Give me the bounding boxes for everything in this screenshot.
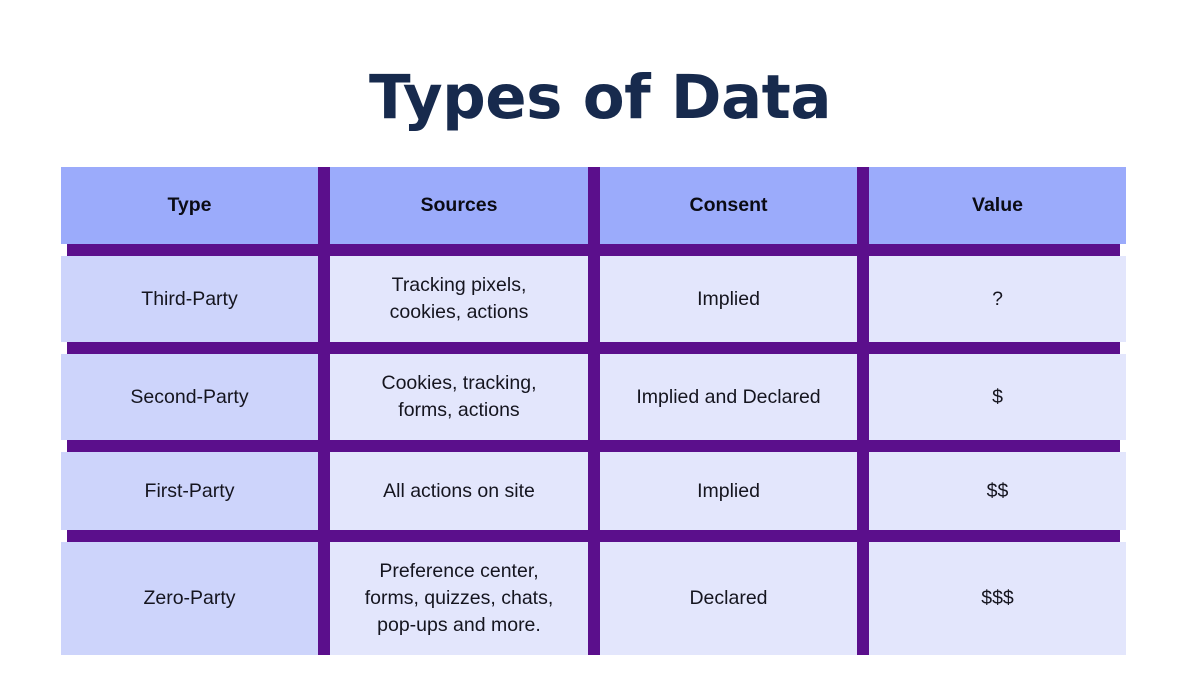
cell-text: Tracking pixels, cookies, actions <box>389 274 529 323</box>
cell-type: Third-Party <box>61 256 318 342</box>
cell-text: Zero-Party <box>143 587 236 609</box>
column-divider <box>318 167 330 655</box>
cell-text: Implied and Declared <box>636 385 821 408</box>
cell-value: $$$ <box>869 542 1126 655</box>
cell-sources: Cookies, tracking, forms, actions <box>330 354 588 440</box>
header-type: Type <box>61 167 318 244</box>
cell-sources: All actions on site <box>330 452 588 530</box>
column-divider <box>857 167 869 655</box>
row-divider <box>67 342 1120 354</box>
row-divider <box>67 440 1120 452</box>
cell-text: Declared <box>689 587 768 609</box>
cell-text: Second-Party <box>130 385 249 408</box>
cell-consent: Implied <box>600 256 857 342</box>
header-label: Type <box>167 194 212 216</box>
cell-sources: Tracking pixels, cookies, actions <box>330 256 588 342</box>
header-label: Sources <box>420 194 498 216</box>
cell-type: Zero-Party <box>61 542 318 655</box>
cell-text: $ <box>992 385 1003 408</box>
page-title: Types of Data <box>368 62 832 133</box>
cell-consent: Implied and Declared <box>600 354 857 440</box>
header-label: Consent <box>689 194 768 216</box>
column-divider <box>588 167 600 655</box>
header-consent: Consent <box>600 167 857 244</box>
cell-type: Second-Party <box>61 354 318 440</box>
cell-value: ? <box>869 256 1126 342</box>
cell-sources: Preference center, forms, quizzes, chats… <box>330 542 588 655</box>
cell-text: $$$ <box>981 587 1014 609</box>
cell-text: Implied <box>697 479 760 502</box>
data-types-table: Type Sources Consent Value Third-Party Tracki… <box>61 167 1126 655</box>
cell-value: $$ <box>869 452 1126 530</box>
header-label: Value <box>972 194 1023 216</box>
cell-text: Preference center, forms, quizzes, chats… <box>364 560 554 636</box>
header-sources: Sources <box>330 167 588 244</box>
row-divider <box>67 244 1120 256</box>
header-value: Value <box>869 167 1126 244</box>
cell-text: ? <box>992 287 1003 310</box>
cell-text: Third-Party <box>141 287 238 310</box>
cell-text: First-Party <box>144 479 235 502</box>
cell-text: Cookies, tracking, forms, actions <box>381 372 537 421</box>
cell-type: First-Party <box>61 452 318 530</box>
cell-consent: Implied <box>600 452 857 530</box>
cell-consent: Declared <box>600 542 857 655</box>
cell-value: $ <box>869 354 1126 440</box>
row-divider <box>67 530 1120 542</box>
cell-text: Implied <box>697 287 760 310</box>
cell-text: All actions on site <box>383 479 535 502</box>
cell-text: $$ <box>986 479 1009 502</box>
